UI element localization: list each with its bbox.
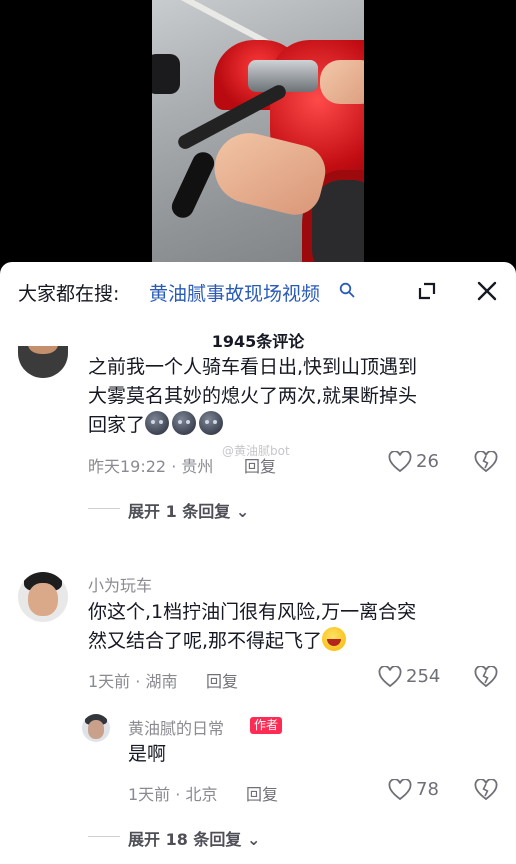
divider — [88, 836, 120, 837]
comment-text: 之前我一个人骑车看日出,快到山顶遇到 大雾莫名其妙的熄火了两次,就果断掉头 回家… — [88, 356, 418, 436]
comment-username[interactable]: 小为玩车 — [88, 572, 152, 596]
like-count: 254 — [406, 666, 441, 687]
search-suggestion-bar[interactable]: 大家都在搜: 黄油腻事故现场视频 — [0, 262, 516, 320]
heart-icon[interactable] — [378, 666, 402, 688]
comment-count: 1945条评论 — [211, 332, 305, 351]
video-player[interactable] — [0, 0, 516, 268]
laugh-emoji-icon — [322, 627, 347, 651]
reply-button[interactable]: 回复 — [206, 668, 238, 692]
search-prefix: 大家都在搜: — [18, 283, 120, 305]
dislike-icon[interactable] — [474, 666, 498, 688]
watermark: @黄油腻bot — [222, 444, 290, 458]
reply-button[interactable]: 回复 — [246, 781, 278, 805]
reply-username[interactable]: 黄油腻的日常 — [128, 715, 224, 739]
video-frame — [152, 0, 364, 268]
avatar[interactable] — [18, 346, 68, 378]
emoji-icon — [172, 411, 197, 435]
divider — [88, 508, 120, 509]
comment-meta: 昨天19:22 · 贵州 — [88, 457, 214, 476]
like-count: 78 — [416, 779, 439, 800]
close-icon[interactable] — [476, 280, 498, 302]
expand-icon[interactable] — [416, 280, 438, 302]
comment-sheet: 大家都在搜: 黄油腻事故现场视频 1945条评论 之前我一个人骑车看日出,快到山… — [0, 262, 516, 864]
search-suggestion-link[interactable]: 黄油腻事故现场视频 — [149, 279, 320, 306]
emoji-icon — [145, 411, 170, 435]
expand-replies-button[interactable]: 展开 18 条回复 ⌄ — [128, 826, 260, 850]
emoji-icon — [199, 411, 224, 435]
dislike-icon[interactable] — [474, 779, 498, 801]
avatar[interactable] — [18, 572, 68, 622]
avatar[interactable] — [82, 714, 110, 742]
reply-meta: 1天前 · 北京 — [128, 785, 218, 804]
comment-text: 你这个,1档拧油门很有风险,万一离合突 然又结合了呢,那不得起飞了 — [88, 601, 417, 652]
search-icon[interactable] — [339, 282, 355, 298]
reply-text: 是啊 — [128, 743, 167, 765]
dislike-icon[interactable] — [474, 451, 498, 473]
heart-icon[interactable] — [388, 779, 412, 801]
author-badge: 作者 — [250, 717, 283, 734]
comment-meta: 1天前 · 湖南 — [88, 672, 178, 691]
like-count: 26 — [416, 451, 439, 472]
heart-icon[interactable] — [388, 451, 412, 473]
expand-replies-button[interactable]: 展开 1 条回复 ⌄ — [128, 498, 249, 522]
